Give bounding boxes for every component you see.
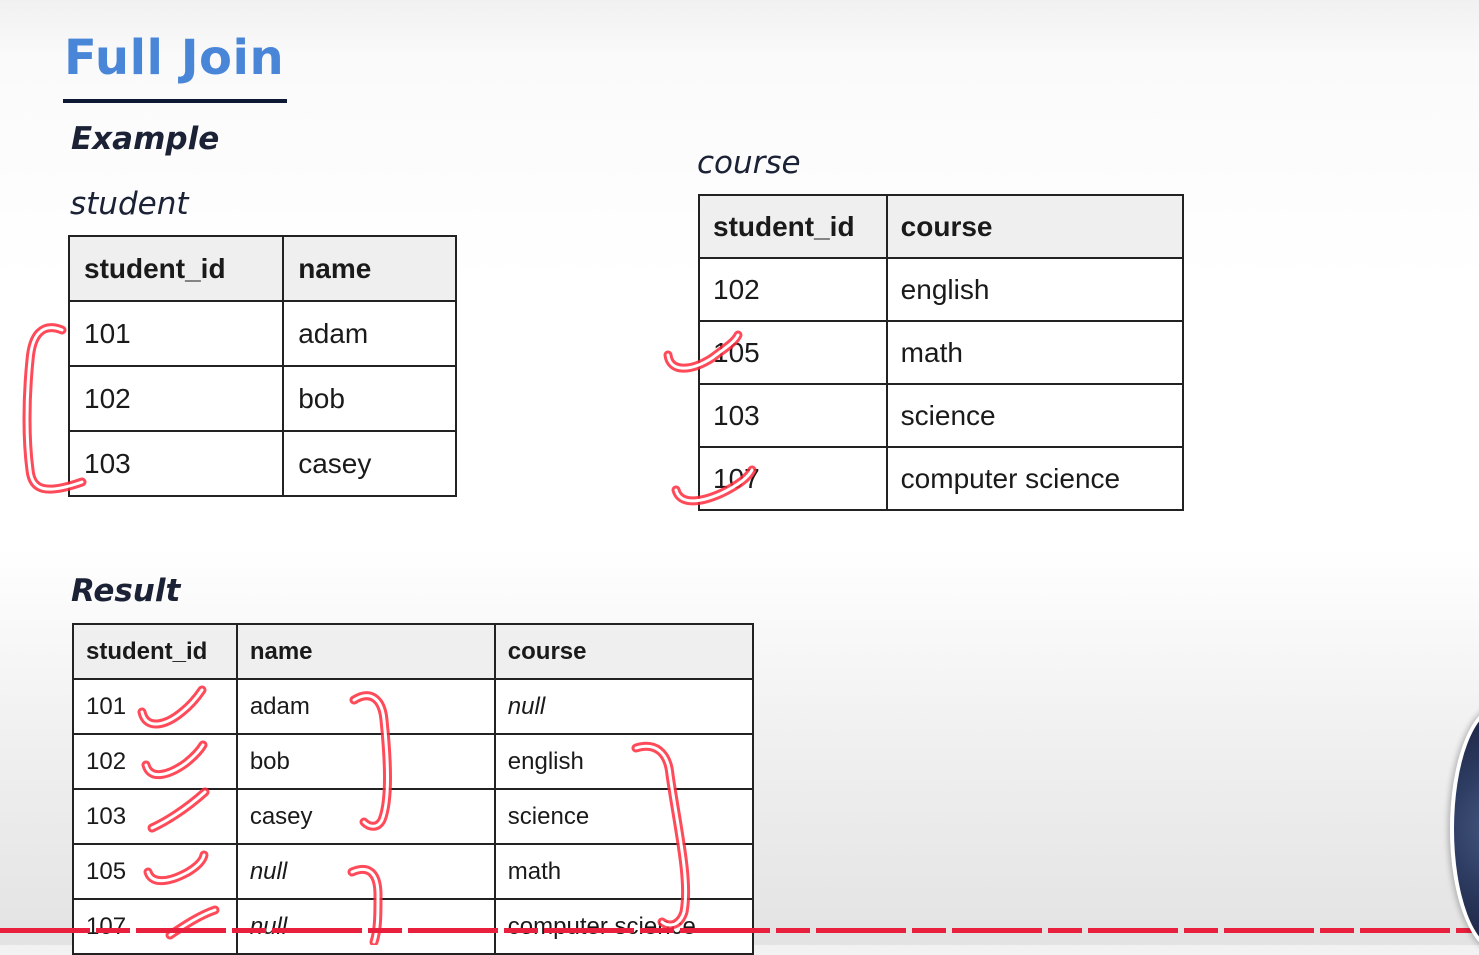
result-heading: Result xyxy=(71,573,181,609)
presenter-avatar xyxy=(1450,705,1479,953)
cell-course: math xyxy=(493,843,755,900)
cell-student-id: 101 xyxy=(72,678,238,735)
student-table: student_id name 101 adam 102 bob 103 cas… xyxy=(67,235,457,497)
cell-course: computer science xyxy=(885,446,1185,511)
cell-student-id: 102 xyxy=(698,257,888,322)
table-row: 102 bob english xyxy=(72,733,755,790)
cell-name-null: null xyxy=(235,898,496,955)
table-row: 101 adam null xyxy=(72,678,755,735)
cell-course: english xyxy=(493,733,755,790)
slide-title: Full Join xyxy=(64,30,285,86)
cell-student-id: 103 xyxy=(67,430,285,497)
example-heading: Example xyxy=(71,121,220,157)
column-header-student-id: student_id xyxy=(72,623,238,680)
table-row: 103 science xyxy=(698,383,1185,448)
cell-name: adam xyxy=(235,678,496,735)
cell-student-id: 107 xyxy=(72,898,238,955)
cell-student-id: 105 xyxy=(72,843,238,900)
cell-student-id: 103 xyxy=(698,383,888,448)
cell-student-id: 101 xyxy=(67,300,285,367)
table-header-row: student_id course xyxy=(698,194,1185,259)
student-table-caption: student xyxy=(70,186,189,222)
column-header-course: course xyxy=(885,194,1185,259)
table-header-row: student_id name xyxy=(67,235,457,302)
cell-name: casey xyxy=(282,430,457,497)
course-table: student_id course 102 english 105 math 1… xyxy=(698,194,1185,511)
title-underline xyxy=(63,99,287,103)
table-row: 103 casey xyxy=(67,430,457,497)
column-header-student-id: student_id xyxy=(698,194,888,259)
cell-course: english xyxy=(885,257,1185,322)
cell-name: bob xyxy=(235,733,496,790)
cell-student-id: 102 xyxy=(67,365,285,432)
cell-name: adam xyxy=(282,300,457,367)
table-row: 101 adam xyxy=(67,300,457,367)
table-row: 105 math xyxy=(698,320,1185,385)
table-header-row: student_id name course xyxy=(72,623,755,680)
cell-course: science xyxy=(885,383,1185,448)
cell-name: bob xyxy=(282,365,457,432)
column-header-course: course xyxy=(493,623,755,680)
course-table-caption: course xyxy=(697,145,801,181)
table-row: 105 null math xyxy=(72,843,755,900)
table-row: 102 english xyxy=(698,257,1185,322)
table-row: 107 computer science xyxy=(698,446,1185,511)
table-row: 103 casey science xyxy=(72,788,755,845)
cell-course-null: null xyxy=(493,678,755,735)
cell-student-id: 103 xyxy=(72,788,238,845)
result-table: student_id name course 101 adam null 102… xyxy=(72,623,755,955)
cell-student-id: 107 xyxy=(698,446,888,511)
cell-student-id: 105 xyxy=(698,320,888,385)
progress-dash-line xyxy=(0,928,1479,933)
cell-course: math xyxy=(885,320,1185,385)
column-header-name: name xyxy=(282,235,457,302)
table-row: 107 null computer science xyxy=(72,898,755,955)
cell-name: casey xyxy=(235,788,496,845)
table-row: 102 bob xyxy=(67,365,457,432)
column-header-student-id: student_id xyxy=(67,235,285,302)
cell-name-null: null xyxy=(235,843,496,900)
cell-course: computer science xyxy=(493,898,755,955)
column-header-name: name xyxy=(235,623,496,680)
cell-student-id: 102 xyxy=(72,733,238,790)
cell-course: science xyxy=(493,788,755,845)
